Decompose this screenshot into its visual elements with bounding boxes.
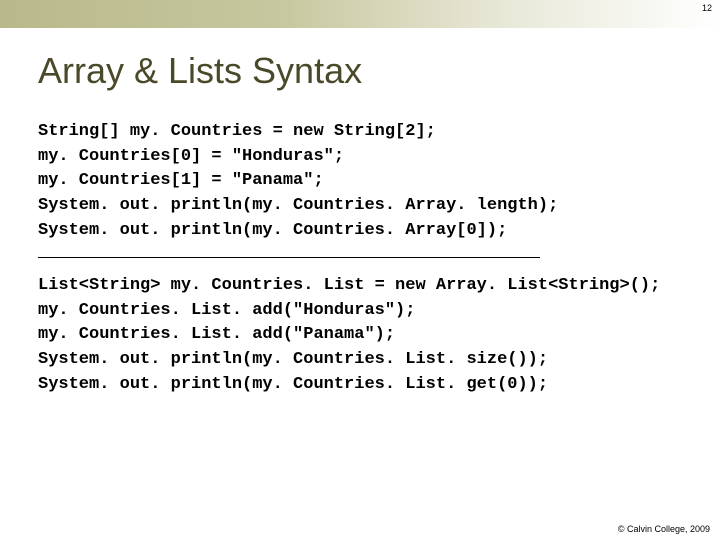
header-bar: 12 <box>0 0 720 28</box>
code-line: my. Countries[1] = "Panama"; <box>38 171 324 190</box>
code-line: System. out. println(my. Countries. Arra… <box>38 221 507 240</box>
code-line: String[] my. Countries = new String[2]; <box>38 122 436 141</box>
code-block-array: String[] my. Countries = new String[2]; … <box>38 120 682 243</box>
code-line: System. out. println(my. Countries. Arra… <box>38 196 558 215</box>
section-divider <box>38 257 540 258</box>
slide-content: Array & Lists Syntax String[] my. Countr… <box>0 28 720 397</box>
code-line: System. out. println(my. Countries. List… <box>38 350 548 369</box>
copyright-footer: © Calvin College, 2009 <box>618 524 710 534</box>
code-line: my. Countries[0] = "Honduras"; <box>38 147 344 166</box>
page-number: 12 <box>702 3 712 13</box>
code-block-list: List<String> my. Countries. List = new A… <box>38 274 682 397</box>
page-title: Array & Lists Syntax <box>38 50 682 92</box>
code-line: my. Countries. List. add("Honduras"); <box>38 301 415 320</box>
code-line: System. out. println(my. Countries. List… <box>38 375 548 394</box>
code-line: List<String> my. Countries. List = new A… <box>38 276 660 295</box>
code-line: my. Countries. List. add("Panama"); <box>38 325 395 344</box>
